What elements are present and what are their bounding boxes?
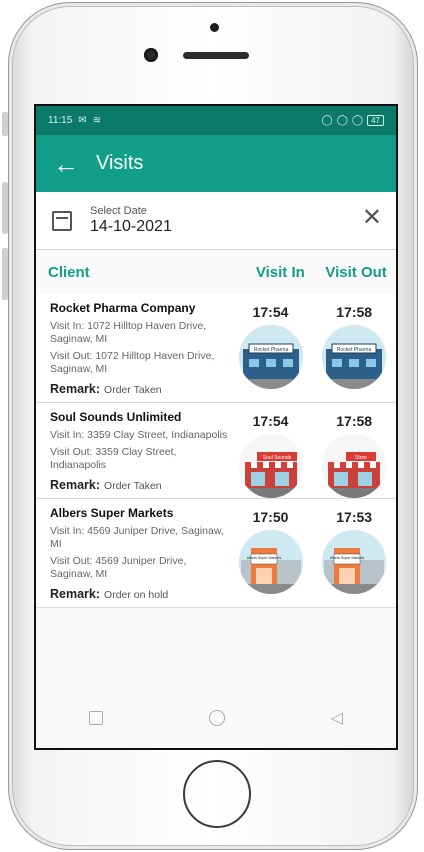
front-camera (144, 48, 158, 62)
store-sign: Rocket Pharma (337, 347, 372, 353)
sync-icon: ◯ (336, 115, 348, 126)
visit-out-address: Visit Out: 3359 Clay Street, Indianapoli… (50, 446, 177, 471)
store-sign: Albers Super Markets (330, 556, 365, 560)
visit-row[interactable]: Rocket Pharma Company Visit In: 1072 Hil… (36, 294, 396, 403)
volume-down-button (2, 248, 8, 300)
volume-up-button (2, 182, 8, 234)
wifi-icon: ≋ (92, 115, 102, 126)
status-bar: 11:15 ✉ ≋ ◯ ◯ ◯ 47 (36, 106, 396, 135)
remark-value: Order Taken (104, 480, 162, 492)
client-name: Soul Sounds Unlimited (50, 410, 182, 424)
remark-value: Order Taken (104, 384, 162, 396)
visit-out-photo[interactable]: Rocket Pharma (322, 325, 387, 389)
visit-in-time: 17:54 (252, 304, 289, 320)
recent-apps-icon[interactable] (88, 711, 103, 725)
column-client: Client (48, 263, 90, 281)
earpiece-speaker (183, 52, 249, 59)
visit-out-time: 17:58 (336, 304, 373, 320)
remark-label: Remark: (50, 382, 101, 396)
back-triangle-icon[interactable]: ◁ (331, 708, 343, 728)
remark-value: Order on hold (104, 589, 169, 601)
date-filter[interactable]: Select Date 14-10-2021 ✕ (36, 192, 396, 250)
calendar-icon[interactable] (52, 210, 72, 231)
column-visit-out: Visit Out (325, 263, 387, 281)
visit-out-time: 17:58 (336, 413, 373, 429)
visit-in-time: 17:50 (252, 509, 289, 525)
visit-out-time: 17:53 (336, 509, 373, 525)
visit-in-photo[interactable]: Rocket Pharma (238, 325, 303, 389)
store-sign: Soul Sounds (262, 455, 291, 461)
back-arrow-icon[interactable]: ← (36, 151, 96, 177)
status-time: 11:15 (48, 115, 73, 126)
system-nav-bar: ◁ (36, 688, 396, 748)
store-sign: Albers Super Markets (246, 556, 281, 560)
visit-row[interactable]: Soul Sounds Unlimited Visit In: 3359 Cla… (36, 403, 396, 499)
visit-out-address: Visit Out: 1072 Hilltop Haven Drive, Sag… (50, 350, 215, 375)
store-sign: Store (355, 455, 367, 461)
remark-label: Remark: (50, 478, 101, 492)
store-sign: Rocket Pharma (253, 347, 288, 353)
table-header: Client Visit In Visit Out (36, 250, 396, 294)
remark-label: Remark: (50, 587, 101, 601)
alarm-icon: ◯ (321, 115, 333, 126)
home-button[interactable] (183, 760, 251, 828)
home-icon[interactable] (208, 710, 225, 726)
visit-out-photo[interactable]: Store (322, 434, 387, 498)
app-bar: ← Visits (36, 135, 396, 192)
date-label: Select Date (90, 205, 147, 217)
visit-out-address: Visit Out: 4569 Juniper Drive, Saginaw, … (50, 555, 187, 580)
visit-in-address: Visit In: 4569 Juniper Drive, Saginaw, M… (50, 525, 224, 550)
visit-out-photo[interactable]: Albers Super Markets (322, 530, 387, 594)
date-value[interactable]: 14-10-2021 (90, 218, 172, 236)
remark: Remark: Order on hold (50, 587, 229, 601)
remark: Remark: Order Taken (50, 478, 229, 492)
client-name: Rocket Pharma Company (50, 301, 196, 315)
visit-in-address: Visit In: 3359 Clay Street, Indianapolis (50, 429, 228, 441)
clock-icon: ◯ (351, 115, 364, 126)
app-screen: 11:15 ✉ ≋ ◯ ◯ ◯ 47 ← Visits Select Date … (34, 104, 398, 750)
mute-switch (2, 112, 8, 136)
visit-in-address: Visit In: 1072 Hilltop Haven Drive, Sagi… (50, 320, 207, 345)
visit-in-time: 17:54 (252, 413, 289, 429)
page-title: Visits (96, 152, 144, 174)
battery-icon: 47 (367, 115, 384, 126)
remark: Remark: Order Taken (50, 382, 229, 396)
close-icon[interactable]: ✕ (362, 206, 382, 230)
client-name: Albers Super Markets (50, 506, 174, 520)
visit-in-photo[interactable]: Soul Sounds (238, 434, 303, 498)
message-icon: ✉ (78, 115, 87, 126)
visit-in-photo[interactable]: Albers Super Markets (238, 530, 303, 594)
proximity-sensor (210, 23, 219, 32)
visit-row[interactable]: Albers Super Markets Visit In: 4569 Juni… (36, 499, 396, 608)
column-visit-in: Visit In (255, 263, 305, 281)
